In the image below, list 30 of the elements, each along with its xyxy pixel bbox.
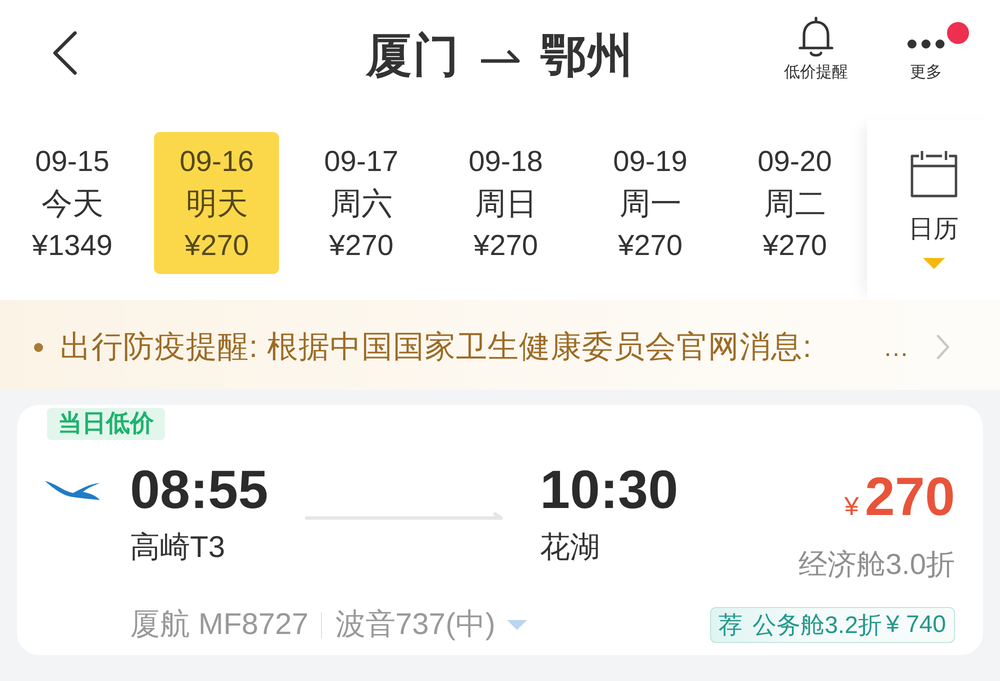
departure-airport: 高崎T3 xyxy=(130,533,226,563)
low-price-tag: 当日低价 xyxy=(47,408,165,440)
calendar-button[interactable]: 日历 xyxy=(867,120,1000,300)
back-icon[interactable] xyxy=(52,31,78,75)
notice-text: 出行防疫提醒: 根据中国国家卫生健康委员会官网消息: xyxy=(60,328,812,366)
price-alert-button[interactable]: 低价提醒 xyxy=(776,16,856,83)
ellipsis-text: … xyxy=(883,331,909,364)
date-tab[interactable]: 09-19 周一 ¥270 xyxy=(588,132,713,274)
arrival-time: 10:30 xyxy=(540,460,680,520)
bullet-icon xyxy=(34,342,43,352)
fare-price: ¥270 xyxy=(843,467,955,529)
chevron-right-icon xyxy=(936,334,950,360)
flight-number: 厦航 MF8727 xyxy=(130,607,308,643)
date-tab[interactable]: 09-20 周二 ¥270 xyxy=(732,132,858,274)
notice-bar[interactable]: 出行防疫提醒: 根据中国国家卫生健康委员会官网消息: … xyxy=(0,300,1000,390)
aircraft-type: 波音737(中) xyxy=(335,607,496,643)
destination-city: 鄂州 xyxy=(540,28,634,83)
arrival-airport: 花湖 xyxy=(540,533,601,563)
departure-time: 08:55 xyxy=(130,460,270,520)
date-tab[interactable]: 09-16 明天 ¥270 xyxy=(154,132,280,274)
origin-city: 厦门 xyxy=(366,28,460,83)
date-tab[interactable]: 09-15 今天 ¥1349 xyxy=(10,132,135,274)
bell-icon xyxy=(796,16,836,58)
more-button[interactable]: 更多 xyxy=(896,16,956,83)
more-icon xyxy=(907,39,945,49)
fare-note: 经济舱3.0折 xyxy=(798,549,955,581)
date-tab[interactable]: 09-17 周六 ¥270 xyxy=(298,132,424,274)
date-tab[interactable]: 09-18 周日 ¥270 xyxy=(443,132,568,274)
caret-icon xyxy=(922,258,944,269)
calendar-icon xyxy=(908,150,958,198)
